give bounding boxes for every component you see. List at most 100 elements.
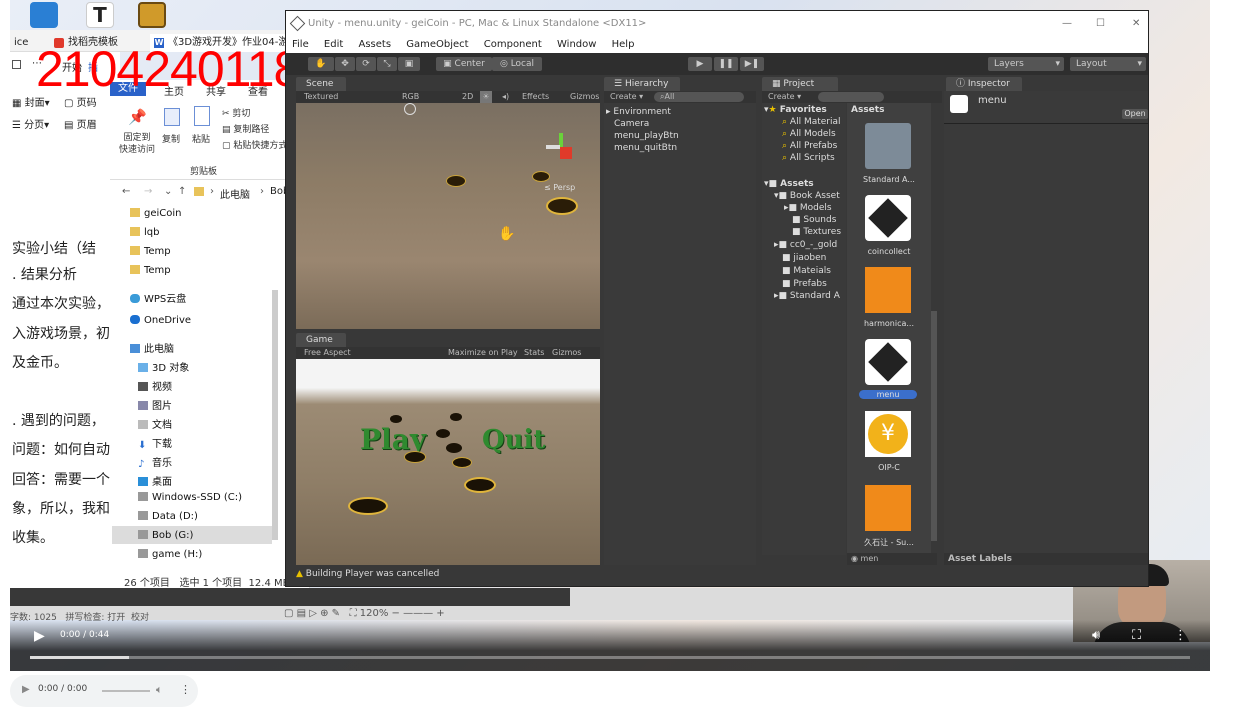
tree-sounds[interactable]: ■ Sounds (792, 215, 836, 225)
project-scrollbar[interactable] (931, 311, 937, 541)
dropdown-icon[interactable]: ⌄ (164, 186, 172, 197)
rect-tool-button[interactable]: ▣ (398, 57, 420, 71)
assets-tree-header[interactable]: ▾■ Assets (764, 179, 814, 189)
close-button[interactable]: ✕ (1132, 11, 1140, 37)
explorer-scrollbar[interactable] (272, 290, 278, 540)
favorite-all-models[interactable]: ⌕ All Models (782, 129, 836, 139)
hierarchy-item-camera[interactable]: Camera (614, 119, 649, 129)
audio-toggle-icon[interactable]: ◂) (502, 91, 509, 103)
layout-dropdown[interactable]: Layout ▾ (1070, 57, 1146, 71)
audio-play-icon[interactable]: ▶ (22, 684, 30, 695)
tree-book-asset[interactable]: ▾■ Book Asset (774, 191, 840, 201)
nav-item-videos[interactable]: 视频 (138, 378, 172, 393)
menu-assets[interactable]: Assets (358, 39, 391, 50)
volume-icon[interactable]: 🔊︎ (1092, 628, 1100, 643)
menu-component[interactable]: Component (484, 39, 542, 50)
hand-tool-button[interactable]: ✋ (308, 57, 334, 71)
tree-models[interactable]: ▸■ Models (784, 203, 832, 213)
hierarchy-item-quitbtn[interactable]: menu_quitBtn (614, 143, 677, 153)
tree-prefabs[interactable]: ■ Prefabs (782, 279, 827, 289)
menu-file[interactable]: File (292, 39, 309, 50)
asset-labels-section[interactable]: Asset Labels (944, 553, 1148, 565)
favorite-all-prefabs[interactable]: ⌕ All Prefabs (782, 141, 837, 151)
2d-toggle[interactable]: 2D (462, 91, 473, 103)
project-create-button[interactable]: Create ▾ (768, 91, 801, 103)
fullscreen-icon[interactable]: ⛶ (1132, 628, 1141, 643)
menu-help[interactable]: Help (612, 39, 635, 50)
joe-hisaishi-audio-icon[interactable] (865, 485, 911, 531)
nav-item-this-pc[interactable]: 此电脑 (130, 340, 174, 355)
game-view[interactable]: Play Quit (296, 359, 600, 565)
forward-icon[interactable]: → (144, 186, 152, 197)
up-icon[interactable]: ↑ (178, 186, 186, 197)
zoom-control[interactable]: ▢ ▤ ▷ ⊕ ✎ ⛶ 120% − ——— + (284, 608, 445, 619)
open-button[interactable]: Open (1122, 109, 1148, 119)
hierarchy-item-playbtn[interactable]: menu_playBtn (614, 131, 679, 141)
copy-button[interactable]: 复制 (162, 132, 180, 145)
tree-cc0-gold[interactable]: ▸■ cc0_-_gold (774, 240, 837, 250)
layers-dropdown[interactable]: Layers ▾ (988, 57, 1064, 71)
hierarchy-item-environment[interactable]: ▸ Environment (606, 107, 671, 117)
project-search-input[interactable] (818, 92, 884, 102)
step-button[interactable]: ▶❚ (740, 57, 764, 71)
stats-toggle[interactable]: Stats (524, 347, 544, 359)
nav-item-temp-2[interactable]: Temp (130, 265, 171, 276)
nav-item-drive-c[interactable]: Windows-SSD (C:) (138, 492, 242, 503)
section-button[interactable]: ☰ 分页▾ (12, 116, 49, 131)
audio-volume-icon[interactable]: 🔈︎ (156, 683, 163, 697)
nav-item-geicoin[interactable]: geiCoin (130, 208, 182, 219)
pin-quick-access-button[interactable]: 固定到 快速访问 (114, 132, 160, 156)
rotate-tool-button[interactable]: ⟳ (356, 57, 376, 71)
nav-item-onedrive[interactable]: OneDrive (130, 315, 191, 326)
menu-scene-icon[interactable] (865, 339, 911, 385)
project-search-value[interactable]: men (861, 554, 879, 563)
game-gizmos-dropdown[interactable]: Gizmos (552, 347, 581, 359)
shading-mode-dropdown[interactable]: Textured (304, 91, 338, 103)
nav-item-documents[interactable]: 文档 (138, 416, 172, 431)
maximize-button[interactable]: ☐ (1096, 11, 1105, 37)
favorite-all-scripts[interactable]: ⌕ All Scripts (782, 153, 835, 163)
paste-button[interactable]: 粘贴 (192, 132, 210, 145)
coincollect-scene-icon[interactable] (865, 195, 911, 241)
menu-gameobject[interactable]: GameObject (406, 39, 468, 50)
favorite-all-materials[interactable]: ⌕ All Material (782, 117, 841, 127)
minimize-button[interactable]: — (1062, 11, 1072, 37)
game-tab[interactable]: Game (296, 333, 346, 347)
pause-button[interactable]: ❚❚ (714, 57, 738, 71)
pivot-local-button[interactable]: ◎ Local (492, 57, 542, 71)
breadcrumb-this-pc[interactable]: 此电脑 (220, 186, 250, 201)
nav-item-drive-d[interactable]: Data (D:) (138, 511, 198, 522)
scene-gizmo[interactable] (546, 133, 576, 163)
nav-item-wps-cloud[interactable]: WPS云盘 (130, 290, 186, 305)
header-button[interactable]: ▤ 页眉 (64, 116, 97, 131)
render-mode-dropdown[interactable]: RGB (402, 91, 419, 103)
tree-standard-assets[interactable]: ▸■ Standard A (774, 291, 840, 301)
project-tab[interactable]: ▦ Project (762, 77, 838, 91)
harmonica-audio-icon[interactable] (865, 267, 911, 313)
maximize-on-play-toggle[interactable]: Maximize on Play (448, 347, 518, 359)
nav-item-desktop[interactable]: 桌面 (138, 473, 172, 488)
nav-item-3d-objects[interactable]: 3D 对象 (138, 359, 189, 374)
scene-tab[interactable]: Scene (296, 77, 346, 91)
hierarchy-tab[interactable]: ☰ Hierarchy (604, 77, 680, 91)
tree-mateials[interactable]: ■ Mateials (782, 266, 831, 276)
favorites-header[interactable]: ▾★ Favorites (764, 105, 827, 115)
nav-item-drive-h[interactable]: game (H:) (138, 549, 202, 560)
audio-progress-track[interactable] (102, 690, 150, 692)
nav-item-downloads[interactable]: ⬇ 下载 (138, 435, 172, 451)
scale-tool-button[interactable]: ⤡ (377, 57, 397, 71)
play-icon[interactable]: ▶ (34, 628, 45, 644)
nav-item-lqb[interactable]: lqb (130, 227, 159, 238)
oip-c-image-icon[interactable]: ¥ (865, 411, 911, 457)
nav-item-music[interactable]: ♪ 音乐 (138, 454, 172, 470)
gizmos-dropdown[interactable]: Gizmos (570, 91, 599, 103)
cut-button[interactable]: ✂ 剪切 (222, 106, 250, 119)
standard-assets-folder-icon[interactable] (865, 123, 911, 169)
scene-view[interactable]: ✋ ≤ Persp (296, 103, 600, 329)
more-options-icon[interactable]: ⋮ (1174, 628, 1187, 643)
paste-shortcut-button[interactable]: ▢ 粘贴快捷方式 (222, 138, 287, 151)
audio-more-icon[interactable]: ⋮ (180, 683, 191, 696)
back-icon[interactable]: ← (122, 186, 130, 197)
nav-item-drive-g[interactable]: Bob (G:) (138, 530, 193, 541)
menu-window[interactable]: Window (557, 39, 596, 50)
